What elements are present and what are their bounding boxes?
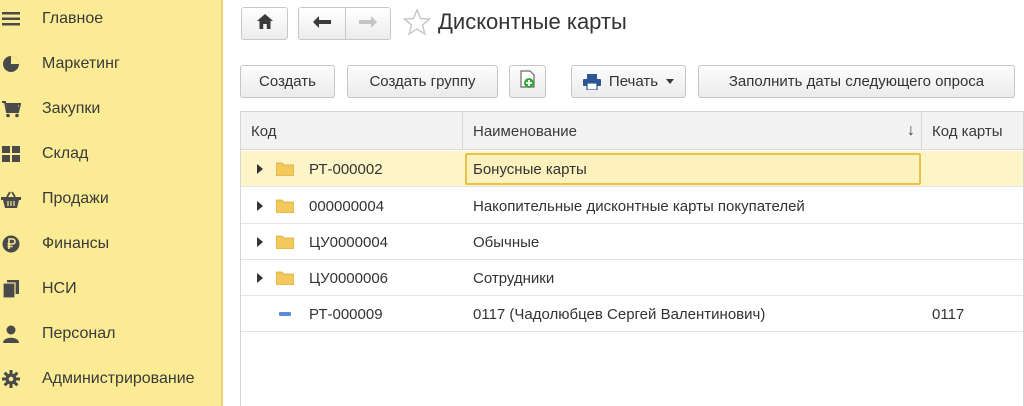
expand-arrow-icon[interactable]: [257, 201, 263, 211]
table-row[interactable]: ЦУ0000004 Обычные: [241, 224, 1023, 260]
sidebar-item-label: Финансы: [42, 235, 110, 252]
cell-name: Сотрудники: [473, 269, 555, 287]
document-add-icon: [519, 70, 536, 93]
create-group-button[interactable]: Создать группу: [347, 65, 498, 98]
folder-icon: [275, 235, 295, 250]
home-icon: [256, 14, 273, 33]
print-button[interactable]: Печать: [571, 65, 686, 98]
create-button[interactable]: Создать: [240, 65, 335, 98]
sidebar-item-sales[interactable]: Продажи: [0, 177, 221, 221]
expand-arrow-icon[interactable]: [257, 273, 263, 283]
sidebar-item-label: Персонал: [42, 325, 116, 342]
home-button[interactable]: [241, 7, 288, 40]
sidebar-item-main[interactable]: Главное: [0, 0, 221, 41]
chevron-down-icon: [666, 79, 675, 84]
sidebar-item-personnel[interactable]: Персонал: [0, 312, 221, 356]
forward-button[interactable]: [345, 7, 391, 40]
cell-code: 000000004: [309, 197, 385, 215]
arrow-left-icon: [313, 15, 331, 32]
cell-code: ЦУ0000004: [309, 233, 389, 251]
column-header-name-label: Наименование: [473, 122, 577, 140]
sidebar-item-finance[interactable]: Финансы: [0, 222, 221, 266]
print-label: Печать: [608, 73, 659, 90]
column-header-card-code[interactable]: Код карты: [922, 112, 1023, 150]
basket-icon: [0, 188, 22, 210]
sidebar-item-label: Администрирование: [42, 370, 195, 387]
cell-name: Накопительные дисконтные карты покупател…: [473, 197, 805, 215]
add-copy-button[interactable]: [509, 65, 546, 98]
hamburger-menu-icon: [0, 8, 22, 30]
printer-icon: [582, 73, 601, 90]
discount-cards-table: Код Наименование ↓ Код карты РТ-000002 Б…: [240, 111, 1024, 406]
cell-name: Обычные: [473, 233, 540, 251]
warehouse-grid-icon: [0, 143, 22, 165]
table-header: Код Наименование ↓ Код карты: [241, 112, 1023, 150]
main-content: Дисконтные карты Создать Создать группу …: [225, 0, 1024, 406]
sidebar-item-label: Склад: [42, 145, 89, 162]
sidebar-item-label: Главное: [42, 10, 104, 27]
table-row[interactable]: РТ-000009 0117 (Чадолюбцев Сергей Валент…: [241, 296, 1023, 332]
column-header-code[interactable]: Код: [241, 112, 463, 150]
folder-icon: [275, 271, 295, 286]
column-header-name[interactable]: Наименование ↓: [463, 112, 922, 150]
sort-descending-icon: ↓: [907, 122, 915, 139]
sidebar: Главное Маркетинг Закупки Склад Продажи …: [0, 0, 223, 406]
cell-name: Бонусные карты: [473, 160, 587, 178]
expand-arrow-icon[interactable]: [257, 164, 263, 174]
expand-arrow-icon[interactable]: [257, 237, 263, 247]
folder-icon: [275, 162, 295, 177]
cell-code: РТ-000002: [309, 160, 383, 178]
fill-dates-button[interactable]: Заполнить даты следующего опроса: [698, 65, 1015, 98]
book-stack-icon: [0, 278, 22, 300]
back-button[interactable]: [298, 7, 346, 40]
page-title: Дисконтные карты: [438, 9, 627, 34]
cell-code: ЦУ0000006: [309, 269, 389, 287]
pie-chart-icon: [0, 53, 22, 75]
sidebar-item-label: Продажи: [42, 190, 109, 207]
sidebar-item-label: Маркетинг: [42, 55, 120, 72]
element-item-icon: [279, 312, 291, 316]
cell-code: РТ-000009: [309, 305, 383, 323]
sidebar-item-warehouse[interactable]: Склад: [0, 132, 221, 176]
sidebar-item-label: НСИ: [42, 280, 77, 297]
gear-icon: [0, 368, 22, 390]
cart-icon: [0, 98, 22, 120]
sidebar-item-label: Закупки: [42, 100, 101, 117]
table-row[interactable]: РТ-000002 Бонусные карты: [241, 151, 1023, 187]
sidebar-item-marketing[interactable]: Маркетинг: [0, 42, 221, 86]
cell-name: 0117 (Чадолюбцев Сергей Валентинович): [473, 305, 766, 323]
sidebar-item-nsi[interactable]: НСИ: [0, 267, 221, 311]
table-row[interactable]: 000000004 Накопительные дисконтные карты…: [241, 188, 1023, 224]
arrow-right-icon: [359, 15, 377, 32]
sidebar-item-admin[interactable]: Администрирование: [0, 357, 221, 401]
sidebar-item-purchases[interactable]: Закупки: [0, 87, 221, 131]
ruble-coin-icon: [0, 233, 22, 255]
table-row[interactable]: ЦУ0000006 Сотрудники: [241, 260, 1023, 296]
folder-icon: [275, 199, 295, 214]
person-icon: [0, 323, 22, 345]
favorite-star-icon[interactable]: [402, 8, 432, 38]
cell-card-code: 0117: [932, 305, 965, 323]
